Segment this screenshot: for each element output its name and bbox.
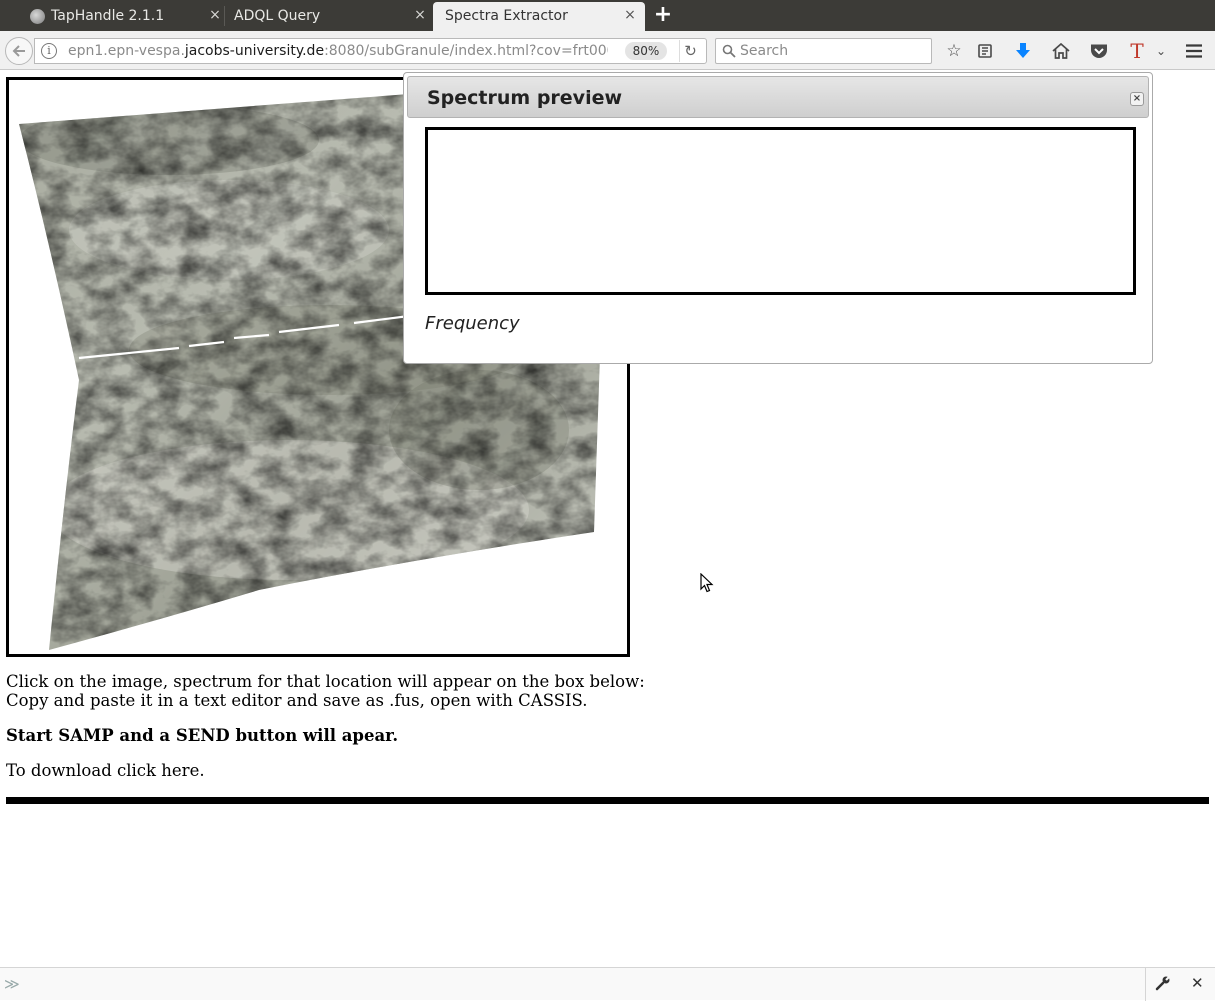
toolbar-separator	[1145, 968, 1146, 1001]
pocket-glyph	[1091, 44, 1107, 58]
home-glyph	[1052, 42, 1070, 59]
frequency-axis-label: Frequency	[425, 313, 520, 334]
dialog-title: Spectrum preview	[427, 87, 623, 109]
instruction-line-2: Copy and paste it in a text editor and s…	[6, 691, 588, 710]
wrench-glyph	[1155, 975, 1171, 991]
console-prompt-icon[interactable]: ≫	[4, 975, 20, 993]
instruction-line-1: Click on the image, spectrum for that lo…	[6, 672, 645, 691]
tab-taphandle[interactable]: TapHandle 2.1.1 ×	[6, 2, 224, 31]
tab-spectra-extractor[interactable]: Spectra Extractor ×	[433, 2, 645, 31]
spectrum-plot-area[interactable]	[425, 127, 1136, 295]
tab-title: ADQL Query	[234, 8, 321, 24]
hamburger-glyph	[1186, 44, 1202, 58]
developer-toolbar: ≫ ✕	[0, 967, 1215, 1001]
navigation-bar: i epn1.epn-vespa.jacobs-university.de:80…	[0, 31, 1215, 70]
close-tab-icon[interactable]: ×	[207, 7, 223, 23]
reading-list-glyph	[978, 44, 992, 58]
close-toolbar-icon[interactable]: ✕	[1191, 974, 1207, 992]
zoom-level-badge[interactable]: 80%	[625, 42, 667, 60]
back-arrow-icon	[12, 45, 25, 57]
mouse-cursor-icon	[700, 573, 714, 593]
spectrum-preview-dialog: Spectrum preview × Frequency	[403, 72, 1153, 364]
tab-adql-query[interactable]: ADQL Query ×	[222, 2, 432, 31]
horizontal-rule	[6, 797, 1209, 804]
download-icon[interactable]	[1011, 39, 1035, 63]
reading-list-icon[interactable]	[973, 39, 997, 63]
menu-icon[interactable]	[1182, 39, 1206, 63]
search-placeholder: Search	[740, 43, 789, 59]
close-tab-icon[interactable]: ×	[622, 7, 638, 23]
close-tab-icon[interactable]: ×	[412, 7, 428, 23]
taphandle-favicon-icon	[30, 9, 45, 24]
tab-title: TapHandle 2.1.1	[51, 8, 165, 24]
download-link[interactable]: To download click here.	[6, 761, 205, 780]
search-bar[interactable]: Search	[715, 38, 932, 64]
tab-strip: TapHandle 2.1.1 × ADQL Query × Spectra E…	[0, 0, 1215, 31]
pocket-icon[interactable]	[1087, 39, 1111, 63]
samp-note: Start SAMP and a SEND button will apear.	[6, 726, 399, 745]
tab-title: Spectra Extractor	[445, 8, 568, 24]
address-bar[interactable]: i epn1.epn-vespa.jacobs-university.de:80…	[34, 38, 707, 64]
download-arrow-glyph	[1016, 43, 1030, 58]
site-info-icon[interactable]: i	[41, 43, 57, 59]
t-extension-icon[interactable]: T	[1125, 39, 1149, 63]
new-tab-button[interactable]: +	[652, 4, 674, 26]
home-icon[interactable]	[1049, 39, 1073, 63]
dialog-close-button[interactable]: ×	[1130, 92, 1144, 106]
url-prefix: epn1.epn-vespa.	[68, 43, 185, 59]
bookmark-star-icon[interactable]: ☆	[942, 39, 966, 63]
url-suffix: :8080/subGranule/index.html?cov=frt000(	[324, 43, 608, 59]
chevron-down-icon[interactable]: ⌄	[1149, 39, 1173, 63]
url-domain: jacobs-university.de	[184, 43, 325, 59]
url-text[interactable]: epn1.epn-vespa.jacobs-university.de:8080…	[68, 43, 608, 59]
back-button[interactable]	[5, 37, 33, 65]
search-icon	[722, 44, 736, 58]
wrench-icon[interactable]	[1155, 975, 1173, 993]
reload-icon[interactable]: ↻	[679, 40, 701, 62]
dialog-titlebar[interactable]: Spectrum preview ×	[407, 76, 1149, 118]
